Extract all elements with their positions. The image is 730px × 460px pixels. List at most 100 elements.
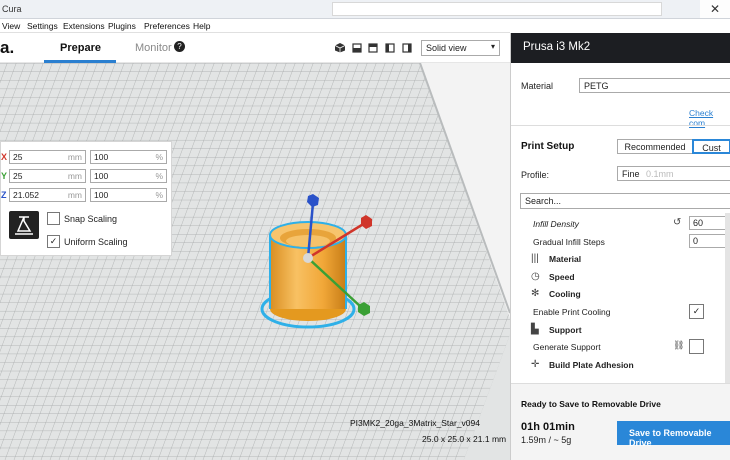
scale-y-pct-input[interactable]: 100%	[90, 169, 167, 183]
category-icon: ✻	[531, 288, 540, 300]
tab-prepare[interactable]: Prepare	[60, 42, 101, 54]
window-title: Cura	[2, 4, 22, 14]
setting-label: Infill Density	[533, 219, 579, 229]
scale-x-pct-input[interactable]: 100%	[90, 150, 167, 164]
chevron-down-icon: ▾	[490, 42, 495, 51]
setting-label: Generate Support	[533, 342, 601, 353]
recommended-label: Recommended	[624, 142, 686, 152]
material-value: PETG	[584, 81, 609, 91]
setting-row[interactable]: Gradual Infill Steps 0	[511, 233, 730, 250]
custom-mode-button[interactable]: Cust	[692, 139, 730, 154]
unit-mm: mm	[67, 190, 82, 200]
category-icon: ✛	[531, 358, 540, 370]
settings-category[interactable]: ✛ Build Plate Adhesion	[511, 356, 730, 373]
material-usage: 1.59m / ~ 5g	[521, 435, 572, 445]
profile-layer-height: 0.1mm	[646, 169, 674, 179]
custom-label: Cust	[702, 143, 721, 153]
build-plate-scene	[0, 63, 510, 460]
settings-category[interactable]: ✻ Cooling	[511, 285, 730, 302]
settings-scrollbar[interactable]	[725, 213, 730, 383]
category-icon: ◷	[531, 270, 540, 282]
title-bar-blank	[332, 2, 662, 16]
setting-label: Support	[549, 324, 582, 335]
save-to-removable-drive-button[interactable]: Save to Removable Drive	[617, 421, 730, 448]
linked-setting-icon: ⛓	[673, 340, 685, 351]
scale-panel: X 25 mm 100% Y 25 mm 100% Z 21.052 mm 100% …	[0, 141, 172, 256]
menu-help[interactable]: Help	[193, 21, 210, 31]
view-mode-select[interactable]: Solid view ▾	[421, 40, 500, 56]
setting-label: Gradual Infill Steps	[533, 236, 605, 247]
close-window-button[interactable]: ✕	[700, 0, 730, 18]
setting-value-input[interactable]: 0	[689, 233, 730, 248]
setting-checkbox[interactable]	[689, 339, 704, 355]
ready-status: Ready to Save to Removable Drive	[521, 399, 661, 409]
scale-x-mm-value: 25	[13, 152, 23, 162]
snap-scaling-label: Snap Scaling	[64, 214, 118, 224]
print-time: 01h 01min	[521, 421, 575, 433]
lay-flat-button[interactable]	[9, 211, 39, 239]
menu-bar: View Settings Extensions Plugins Prefere…	[0, 19, 510, 33]
snap-scaling-checkbox[interactable]	[47, 212, 60, 225]
material-label: Material	[521, 81, 554, 91]
tab-monitor[interactable]: Monitor	[135, 42, 172, 54]
search-placeholder: Search...	[525, 196, 562, 206]
setting-checkbox[interactable]: ✓	[689, 304, 704, 319]
cura-window: Cura ✕ View Settings Extensions Plugins …	[0, 0, 730, 460]
unit-percent: %	[155, 171, 163, 181]
view-mode-value: Solid view	[426, 43, 467, 53]
scale-x-mm-input[interactable]: 25 mm	[9, 150, 86, 164]
setting-label: Enable Print Cooling	[533, 307, 611, 317]
category-icon: ▙	[531, 323, 539, 335]
recommended-mode-button[interactable]: Recommended	[617, 139, 693, 154]
scale-z-pct-value: 100	[94, 190, 109, 200]
category-icon: |||	[531, 253, 539, 265]
lay-flat-icon	[15, 216, 33, 235]
scale-y-mm-input[interactable]: 25 mm	[9, 169, 86, 183]
divider	[511, 125, 730, 126]
scale-z-pct-input[interactable]: 100%	[90, 188, 167, 202]
right-view-icon[interactable]	[401, 42, 413, 53]
3d-view-icon[interactable]	[334, 42, 346, 53]
reset-icon[interactable]: ↺	[673, 217, 681, 228]
setting-label: Material	[549, 254, 582, 265]
unit-mm: mm	[67, 171, 82, 181]
setting-label: Build Plate Adhesion	[549, 359, 634, 370]
settings-search-input[interactable]: Search...	[520, 193, 730, 209]
menu-extensions[interactable]: Extensions	[63, 21, 105, 31]
axis-x-label: X	[1, 152, 8, 162]
top-view-icon[interactable]	[367, 42, 379, 53]
profile-select[interactable]: Fine 0.1mm	[617, 166, 730, 181]
menu-preferences[interactable]: Preferences	[144, 21, 190, 31]
menu-plugins[interactable]: Plugins	[108, 21, 136, 31]
build-plate-viewport[interactable]	[0, 63, 510, 460]
menu-settings[interactable]: Settings	[27, 21, 58, 31]
profile-value: Fine	[622, 169, 640, 179]
scale-y-mm-value: 25	[13, 171, 23, 181]
setting-value-input[interactable]: 60	[689, 216, 730, 230]
settings-category[interactable]: ||| Material	[511, 250, 730, 267]
help-icon[interactable]: ?	[174, 41, 185, 52]
uniform-scaling-label: Uniform Scaling	[64, 237, 128, 247]
stage-header: a. Prepare Monitor ? Solid view ▾	[0, 33, 510, 63]
setting-row[interactable]: Infill Density 60 ↺	[511, 215, 730, 232]
profile-label: Profile:	[521, 170, 550, 180]
menu-view[interactable]: View	[2, 21, 20, 31]
model-dimensions: 25.0 x 25.0 x 21.1 mm	[422, 434, 507, 444]
setting-row[interactable]: Enable Print Cooling ✓	[511, 303, 730, 320]
settings-category[interactable]: ▙ Support	[511, 321, 730, 338]
title-bar: Cura ✕	[0, 0, 730, 19]
left-view-icon[interactable]	[384, 42, 396, 53]
printer-name: Prusa i3 Mk2	[523, 41, 591, 53]
setting-row[interactable]: Generate Support ⛓	[511, 338, 730, 355]
unit-percent: %	[155, 152, 163, 162]
cura-logo: a.	[0, 38, 15, 57]
uniform-scaling-checkbox[interactable]: ✓	[47, 235, 60, 248]
model-filename: PI3MK2_20ga_3Matrix_Star_v094	[350, 418, 480, 428]
unit-mm: mm	[67, 152, 82, 162]
scale-z-mm-input[interactable]: 21.052 mm	[9, 188, 86, 202]
printer-selector[interactable]: Prusa i3 Mk2	[511, 33, 730, 63]
scale-y-pct-value: 100	[94, 171, 109, 181]
front-view-icon[interactable]	[351, 42, 363, 53]
settings-category[interactable]: ◷ Speed	[511, 268, 730, 285]
material-select[interactable]: PETG	[579, 78, 730, 93]
